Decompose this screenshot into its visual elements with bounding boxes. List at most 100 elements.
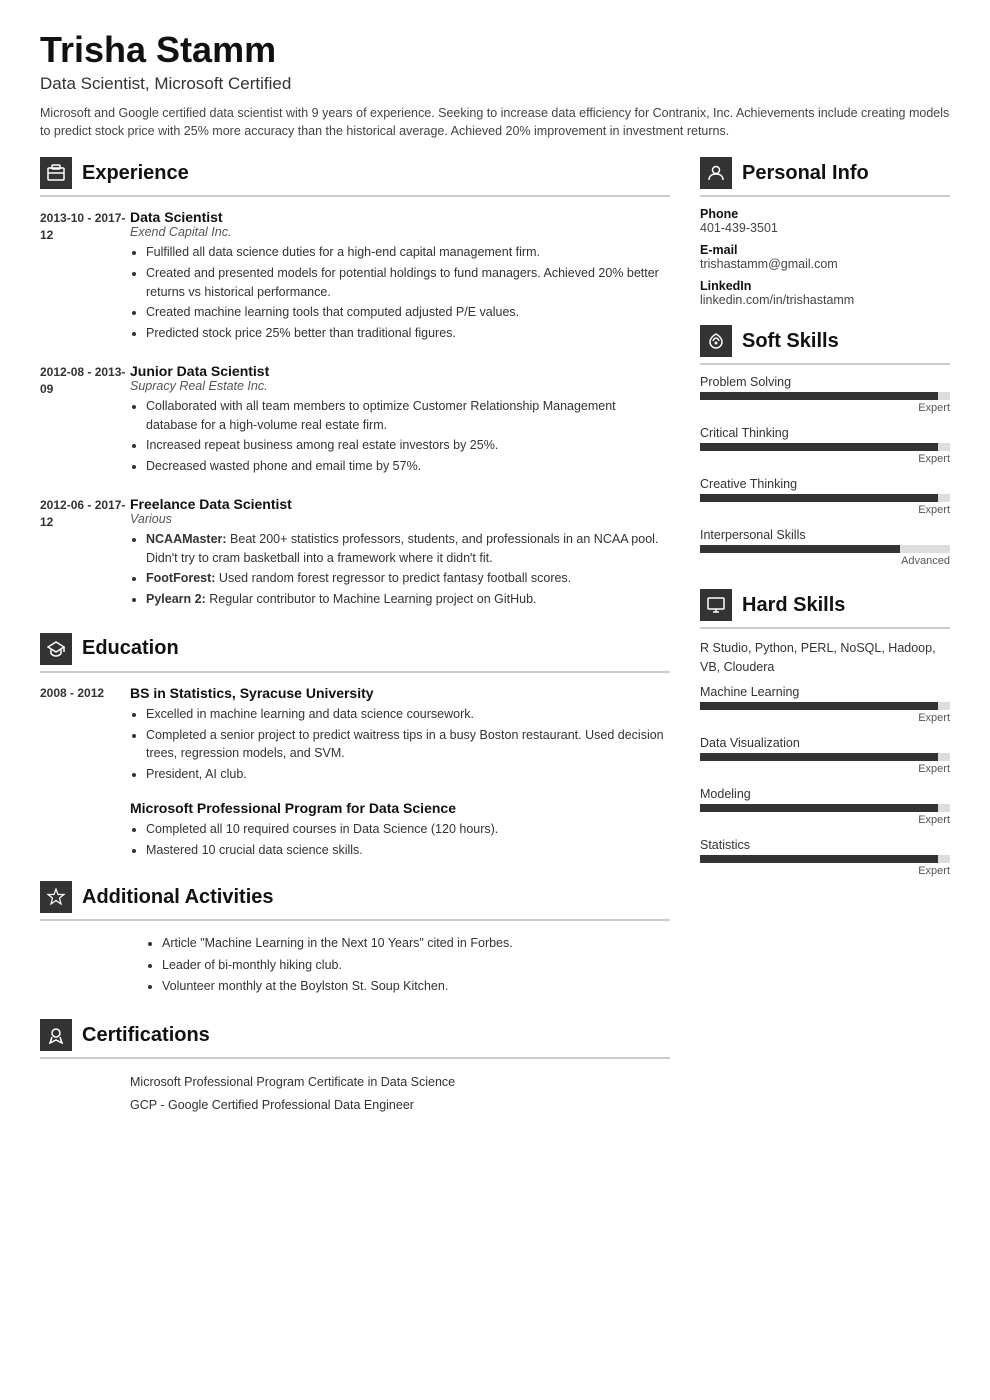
additional-header: Additional Activities	[40, 881, 670, 921]
skill-interpersonal: Interpersonal Skills Advanced	[700, 528, 950, 567]
experience-title: Experience	[82, 162, 189, 185]
candidate-summary: Microsoft and Google certified data scie…	[40, 104, 950, 142]
additional-item: Volunteer monthly at the Boylston St. So…	[162, 976, 670, 997]
bullet: Excelled in machine learning and data sc…	[146, 705, 670, 724]
skill-level: Expert	[700, 402, 950, 414]
company-1: Exend Capital Inc.	[130, 225, 670, 239]
resume-page: Trisha Stamm Data Scientist, Microsoft C…	[0, 0, 990, 1400]
bullet: Decreased wasted phone and email time by…	[146, 457, 670, 476]
experience-section: Experience 2013-10 - 2017-12 Data Scient…	[40, 157, 670, 611]
skill-problem-solving: Problem Solving Expert	[700, 375, 950, 414]
skill-creative-thinking: Creative Thinking Expert	[700, 477, 950, 516]
additional-item: Article "Machine Learning in the Next 10…	[162, 933, 670, 954]
education-section: Education 2008 - 2012 BS in Statistics, …	[40, 633, 670, 860]
bullet: NCAAMaster: Beat 200+ statistics profess…	[146, 530, 670, 568]
exp-bullets-3: NCAAMaster: Beat 200+ statistics profess…	[130, 530, 670, 609]
skill-bar-bg	[700, 392, 950, 400]
cert-item-1: Microsoft Professional Program Certifica…	[40, 1071, 670, 1094]
skill-level: Expert	[700, 453, 950, 465]
bullet: Fulfilled all data science duties for a …	[146, 243, 670, 262]
cert-item-2: GCP - Google Certified Professional Data…	[40, 1094, 670, 1117]
skill-name: Data Visualization	[700, 736, 950, 750]
skill-bar-bg	[700, 702, 950, 710]
personal-info-title: Personal Info	[742, 162, 869, 185]
skill-data-visualization: Data Visualization Expert	[700, 736, 950, 775]
skill-level: Advanced	[700, 555, 950, 567]
skill-critical-thinking: Critical Thinking Expert	[700, 426, 950, 465]
education-icon	[40, 633, 72, 665]
bullet: Completed all 10 required courses in Dat…	[146, 820, 670, 839]
right-column: Personal Info Phone 401-439-3501 E-mail …	[700, 157, 950, 1370]
skill-bar-fill	[700, 494, 938, 502]
skill-name: Statistics	[700, 838, 950, 852]
additional-section: Additional Activities Article "Machine L…	[40, 881, 670, 997]
exp-entry-3: 2012-06 - 2017-12 Freelance Data Scienti…	[40, 496, 670, 611]
hard-skills-title: Hard Skills	[742, 594, 845, 617]
exp-entry-1: 2013-10 - 2017-12 Data Scientist Exend C…	[40, 209, 670, 345]
certifications-title: Certifications	[82, 1024, 210, 1047]
additional-icon	[40, 881, 72, 913]
candidate-title: Data Scientist, Microsoft Certified	[40, 74, 950, 94]
email-label: E-mail	[700, 243, 950, 257]
exp-bullets-2: Collaborated with all team members to op…	[130, 397, 670, 476]
skill-name: Modeling	[700, 787, 950, 801]
candidate-name: Trisha Stamm	[40, 30, 950, 70]
certifications-header: Certifications	[40, 1019, 670, 1059]
skill-bar-bg	[700, 494, 950, 502]
degree-1: BS in Statistics, Syracuse University	[130, 685, 670, 701]
bullet: President, AI club.	[146, 765, 670, 784]
additional-list: Article "Machine Learning in the Next 10…	[40, 933, 670, 997]
skill-bar-fill	[700, 753, 938, 761]
header: Trisha Stamm Data Scientist, Microsoft C…	[40, 30, 950, 141]
job-title-1: Data Scientist	[130, 209, 670, 225]
soft-skills-header: Soft Skills	[700, 325, 950, 365]
edu-content-1: BS in Statistics, Syracuse University Ex…	[130, 685, 670, 786]
bullet: Collaborated with all team members to op…	[146, 397, 670, 435]
hard-skills-top-text: R Studio, Python, PERL, NoSQL, Hadoop, V…	[700, 639, 950, 677]
bullet: Created and presented models for potenti…	[146, 264, 670, 302]
exp-entry-2: 2012-08 - 2013-09 Junior Data Scientist …	[40, 363, 670, 478]
skill-bar-fill	[700, 855, 938, 863]
job-title-2: Junior Data Scientist	[130, 363, 670, 379]
skill-bar-fill	[700, 443, 938, 451]
skill-bar-fill	[700, 545, 900, 553]
skill-bar-bg	[700, 753, 950, 761]
skill-level: Expert	[700, 865, 950, 877]
soft-skills-section: Soft Skills Problem Solving Expert Criti…	[700, 325, 950, 567]
edu-bullets-1: Excelled in machine learning and data sc…	[130, 705, 670, 784]
skill-modeling: Modeling Expert	[700, 787, 950, 826]
company-3: Various	[130, 512, 670, 526]
bullet: Mastered 10 crucial data science skills.	[146, 841, 670, 860]
skill-level: Expert	[700, 763, 950, 775]
company-2: Supracy Real Estate Inc.	[130, 379, 670, 393]
skill-bar-bg	[700, 443, 950, 451]
personal-info-header: Personal Info	[700, 157, 950, 197]
skill-bar-bg	[700, 804, 950, 812]
exp-content-2: Junior Data Scientist Supracy Real Estat…	[130, 363, 670, 478]
exp-bullets-1: Fulfilled all data science duties for a …	[130, 243, 670, 343]
certifications-icon	[40, 1019, 72, 1051]
skill-name: Machine Learning	[700, 685, 950, 699]
exp-content-3: Freelance Data Scientist Various NCAAMas…	[130, 496, 670, 611]
skill-bar-bg	[700, 855, 950, 863]
certifications-section: Certifications Microsoft Professional Pr…	[40, 1019, 670, 1116]
bullet: Pylearn 2: Regular contributor to Machin…	[146, 590, 670, 609]
degree-2: Microsoft Professional Program for Data …	[130, 800, 670, 816]
personal-info-section: Personal Info Phone 401-439-3501 E-mail …	[700, 157, 950, 307]
exp-dates-1: 2013-10 - 2017-12	[40, 209, 130, 345]
skill-bar-fill	[700, 702, 938, 710]
bullet: FootForest: Used random forest regressor…	[146, 569, 670, 588]
edu-entry-1: 2008 - 2012 BS in Statistics, Syracuse U…	[40, 685, 670, 786]
exp-dates-2: 2012-08 - 2013-09	[40, 363, 130, 478]
additional-title: Additional Activities	[82, 886, 274, 909]
phone-label: Phone	[700, 207, 950, 221]
hard-skills-section: Hard Skills R Studio, Python, PERL, NoSQ…	[700, 589, 950, 877]
left-column: Experience 2013-10 - 2017-12 Data Scient…	[40, 157, 670, 1370]
skill-bar-fill	[700, 804, 938, 812]
skill-name: Creative Thinking	[700, 477, 950, 491]
skill-name: Critical Thinking	[700, 426, 950, 440]
soft-skills-icon	[700, 325, 732, 357]
skill-statistics: Statistics Expert	[700, 838, 950, 877]
skill-bar-bg	[700, 545, 950, 553]
job-title-3: Freelance Data Scientist	[130, 496, 670, 512]
